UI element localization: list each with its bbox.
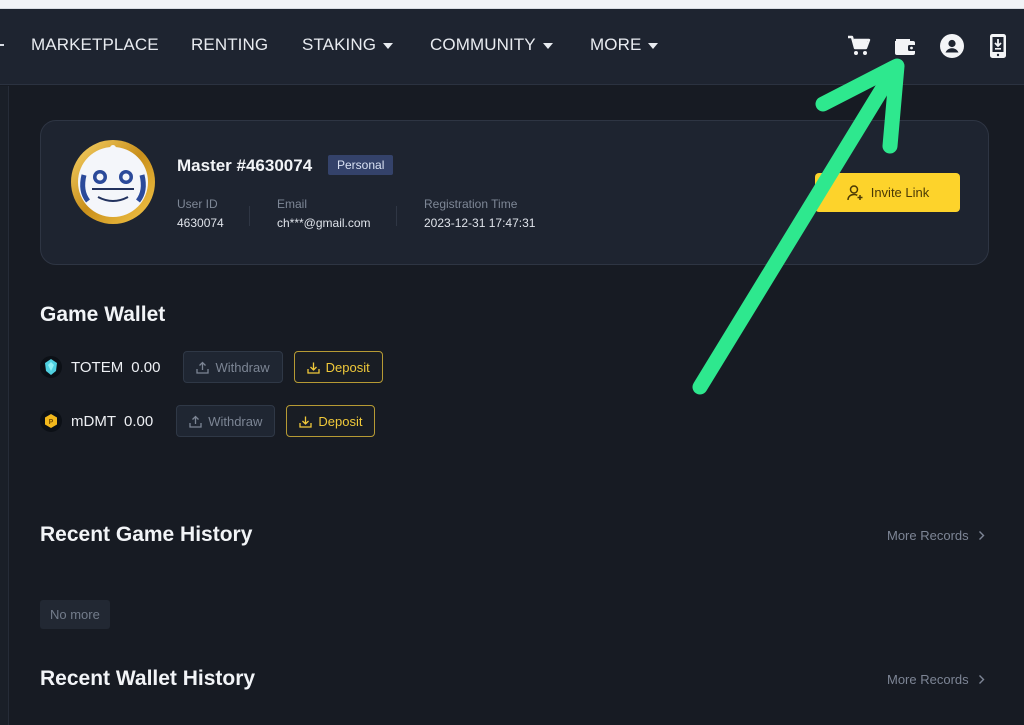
divider xyxy=(249,206,250,226)
nav-label: MORE xyxy=(590,35,642,54)
no-more-indicator: No more xyxy=(40,600,110,629)
deposit-button[interactable]: Deposit xyxy=(286,405,376,437)
field-label: User ID xyxy=(177,197,218,211)
token-amount: 0.00 xyxy=(131,358,161,376)
field-user-id: User ID 4630074 xyxy=(177,197,224,230)
svg-text:P: P xyxy=(49,419,54,426)
field-email: Email ch***@gmail.com xyxy=(277,197,371,230)
recent-game-history-title: Recent Game History xyxy=(40,523,253,546)
field-value: ch***@gmail.com xyxy=(277,216,371,230)
field-value: 4630074 xyxy=(177,216,224,230)
browser-top-strip xyxy=(0,0,1024,9)
nav-renting[interactable]: RENTING xyxy=(191,35,268,55)
wallet-row-totem: TOTEM 0.00 Withdraw Deposit xyxy=(40,351,383,383)
mdmt-coin-icon: P xyxy=(40,410,62,432)
account-type-badge: Personal xyxy=(328,155,394,175)
withdraw-label: Withdraw xyxy=(215,359,270,375)
nav-overflow-mark xyxy=(0,44,4,46)
wallet-history-more-records-link[interactable]: More Records xyxy=(887,672,985,687)
field-value: 2023-12-31 17:47:31 xyxy=(424,216,536,230)
upload-icon xyxy=(189,415,202,428)
chevron-right-icon xyxy=(978,531,985,540)
nav-label: RENTING xyxy=(191,35,269,54)
withdraw-label: Withdraw xyxy=(208,413,263,429)
game-history-more-records-link[interactable]: More Records xyxy=(887,528,985,543)
top-navbar: MARKETPLACE RENTING STAKING COMMUNITY MO… xyxy=(0,9,1024,85)
deposit-label: Deposit xyxy=(318,413,363,429)
nav-label: MARKETPLACE xyxy=(31,35,159,54)
wallet-row-mdmt: P mDMT 0.00 Withdraw Deposit xyxy=(40,405,376,437)
upload-icon xyxy=(196,361,210,374)
download-icon xyxy=(299,416,313,428)
nav-label: COMMUNITY xyxy=(430,35,536,54)
invite-label: Invite Link xyxy=(870,185,930,200)
sidebar-edge xyxy=(0,86,9,725)
account-icon[interactable] xyxy=(939,33,965,59)
more-records-label: More Records xyxy=(887,672,969,687)
invite-link-button[interactable]: Invite Link xyxy=(815,173,960,212)
nav-marketplace[interactable]: MARKETPLACE xyxy=(31,35,159,55)
totem-coin-icon xyxy=(40,356,62,378)
nav-community[interactable]: COMMUNITY xyxy=(430,35,553,55)
caret-down-icon xyxy=(383,42,394,49)
caret-down-icon xyxy=(542,42,553,49)
nav-staking[interactable]: STAKING xyxy=(302,35,394,55)
wallet-icon[interactable] xyxy=(892,33,918,59)
recent-wallet-history-title: Recent Wallet History xyxy=(40,667,256,690)
add-user-icon xyxy=(846,184,863,200)
token-amount: 0.00 xyxy=(124,412,154,430)
app-download-icon[interactable] xyxy=(985,33,1011,59)
withdraw-button[interactable]: Withdraw xyxy=(183,351,283,383)
nav-label: STAKING xyxy=(302,35,377,54)
nav-more[interactable]: MORE xyxy=(590,35,659,55)
download-icon xyxy=(306,362,320,374)
avatar xyxy=(70,139,156,225)
chevron-right-icon xyxy=(978,675,985,684)
deposit-label: Deposit xyxy=(325,359,370,375)
more-records-label: More Records xyxy=(887,528,969,543)
field-label: Email xyxy=(277,197,308,211)
caret-down-icon xyxy=(648,42,659,49)
withdraw-button[interactable]: Withdraw xyxy=(176,405,276,437)
field-label: Registration Time xyxy=(424,197,518,211)
field-registration-time: Registration Time 2023-12-31 17:47:31 xyxy=(424,197,535,230)
deposit-button[interactable]: Deposit xyxy=(293,351,383,383)
profile-card: Master #4630074 Personal User ID 4630074… xyxy=(40,120,989,265)
token-name: mDMT xyxy=(71,412,116,430)
cart-icon[interactable] xyxy=(846,33,872,59)
user-name: Master #4630074 xyxy=(177,156,313,175)
divider xyxy=(396,206,397,226)
token-name: TOTEM xyxy=(71,358,124,376)
game-wallet-title: Game Wallet xyxy=(40,303,166,326)
